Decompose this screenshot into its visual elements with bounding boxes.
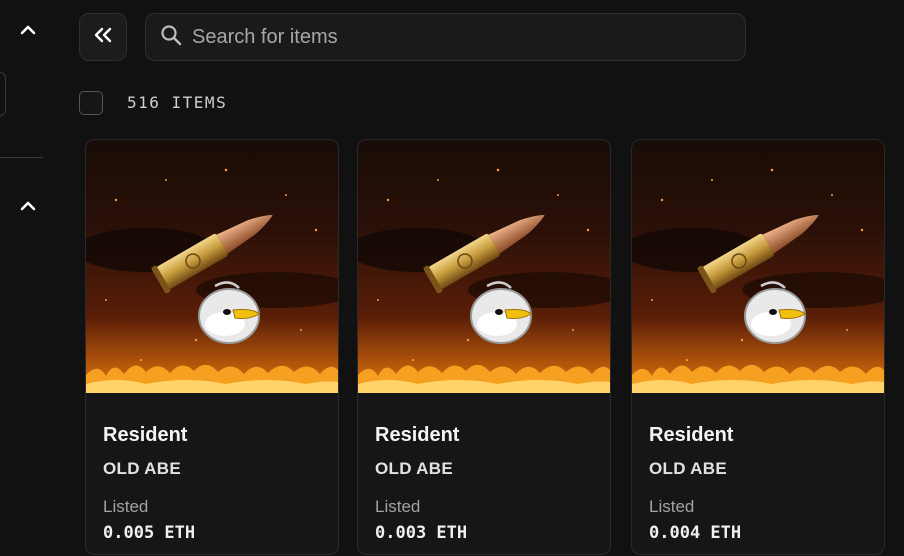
- sidebar-divider: [0, 157, 43, 158]
- chevron-up-icon[interactable]: [16, 18, 40, 42]
- search-bar[interactable]: [145, 13, 746, 61]
- item-collection: OLD ABE: [375, 459, 453, 478]
- item-card[interactable]: Resident OLD ABE Listed 0.004 ETH: [631, 139, 885, 555]
- item-image: [632, 140, 884, 393]
- item-name: Resident: [103, 424, 188, 446]
- item-count: 516 ITEMS: [127, 93, 228, 112]
- item-price: 0.005 ETH: [103, 523, 196, 543]
- collapse-sidebar-button[interactable]: [79, 13, 127, 61]
- select-all-checkbox[interactable]: [79, 91, 103, 115]
- item-image: [358, 140, 610, 393]
- item-name: Resident: [649, 424, 734, 446]
- item-status: Listed: [375, 497, 421, 516]
- filter-sidebar: [0, 0, 44, 556]
- item-image: [86, 140, 338, 393]
- double-chevron-left-icon: [92, 26, 114, 49]
- item-price: 0.004 ETH: [649, 523, 742, 543]
- item-status: Listed: [103, 497, 149, 516]
- item-collection: OLD ABE: [103, 459, 181, 478]
- sidebar-filter-field[interactable]: [0, 72, 6, 116]
- search-icon: [160, 24, 182, 51]
- item-status: Listed: [649, 497, 695, 516]
- chevron-up-icon[interactable]: [16, 194, 40, 218]
- item-price: 0.003 ETH: [375, 523, 468, 543]
- item-card[interactable]: Resident OLD ABE Listed 0.005 ETH: [85, 139, 339, 555]
- item-name: Resident: [375, 424, 460, 446]
- item-collection: OLD ABE: [649, 459, 727, 478]
- item-card[interactable]: Resident OLD ABE Listed 0.003 ETH: [357, 139, 611, 555]
- search-input[interactable]: [192, 25, 712, 49]
